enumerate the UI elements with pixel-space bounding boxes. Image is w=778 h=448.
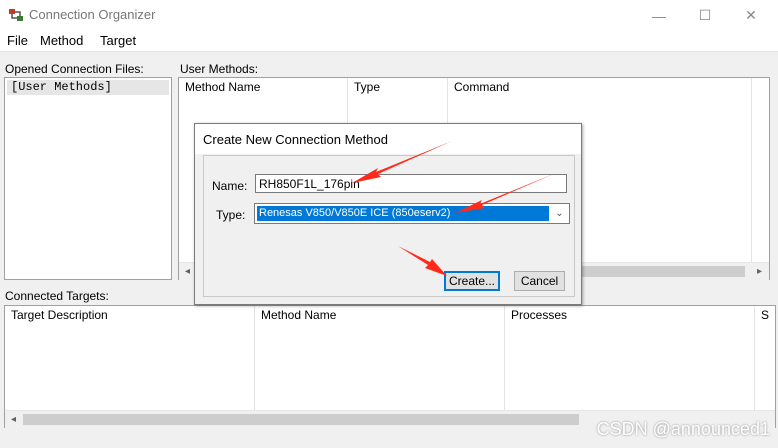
annotation-arrow-icon [455,173,556,213]
annotation-arrows [352,141,556,276]
annotation-arrow-icon [398,246,447,276]
annotation-arrow-icon [352,141,452,183]
watermark: CSDN @announced1 [596,419,770,439]
